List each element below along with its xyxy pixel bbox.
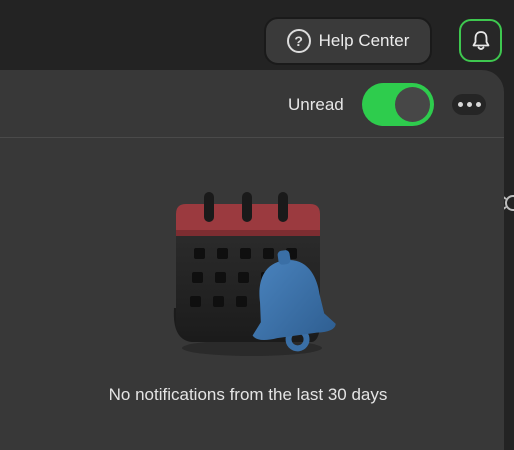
top-bar: ? Help Center <box>0 0 514 76</box>
calendar-bell-illustration <box>173 192 336 356</box>
help-center-label: Help Center <box>318 31 410 50</box>
help-center-button[interactable]: ? Help Center <box>264 17 432 65</box>
empty-state-message: No notifications from the last 30 days <box>108 385 388 404</box>
notifications-panel: Unread No notifications from the last 30… <box>0 70 504 450</box>
more-horizontal-icon <box>457 102 481 107</box>
question-circle-icon: ? <box>286 29 311 53</box>
bell-icon <box>472 30 489 50</box>
toggle-knob <box>395 87 430 122</box>
notifications-bell-button[interactable] <box>459 19 502 62</box>
unread-label: Unread <box>288 95 344 114</box>
panel-header: Unread <box>0 70 504 138</box>
unread-toggle[interactable] <box>362 83 434 126</box>
more-options-button[interactable] <box>452 94 486 115</box>
